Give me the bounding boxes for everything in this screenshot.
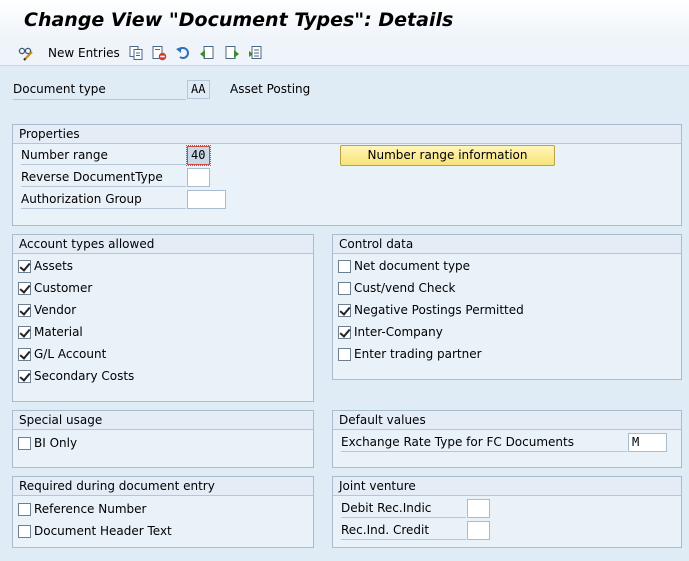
cust-vend-check-label: Cust/vend Check <box>354 281 456 295</box>
reference-number-label: Reference Number <box>34 502 147 516</box>
undo-icon <box>175 45 191 61</box>
previous-entry-icon <box>199 45 215 61</box>
inter-company-label: Inter-Company <box>354 325 443 339</box>
previous-entry-button[interactable] <box>199 43 215 63</box>
next-entry-button[interactable] <box>224 43 240 63</box>
number-range-label: Number range <box>21 148 108 162</box>
checkbox-row-gl-account[interactable]: G/L Account <box>18 346 106 362</box>
select-all-icon <box>248 45 264 61</box>
negative-postings-checkbox[interactable] <box>338 303 351 317</box>
checkbox-row-inter-company[interactable]: Inter-Company <box>338 324 443 340</box>
delete-icon <box>151 45 167 61</box>
enter-trading-partner-label: Enter trading partner <box>354 347 482 361</box>
material-checkbox[interactable] <box>18 325 31 339</box>
page-title: Change View "Document Types": Details <box>24 9 454 31</box>
document-type-field[interactable]: AA <box>187 80 210 99</box>
authorization-group-label: Authorization Group <box>21 192 142 206</box>
rec-ind-credit-input[interactable] <box>467 521 490 540</box>
reference-number-checkbox[interactable] <box>18 502 31 516</box>
default-values-header: Default values <box>333 411 681 430</box>
debit-rec-indic-underline <box>341 517 466 518</box>
checkbox-row-material[interactable]: Material <box>18 324 83 340</box>
authorization-group-input[interactable] <box>187 190 226 209</box>
default-values-group: Default values Exchange Rate Type for FC… <box>332 410 682 468</box>
control-data-group: Control data Net document type Cust/vend… <box>332 234 682 380</box>
authorization-group-underline <box>21 208 186 209</box>
document-type-label: Document type <box>13 82 106 96</box>
inter-company-checkbox[interactable] <box>338 325 351 339</box>
vendor-label: Vendor <box>34 303 77 317</box>
required-entry-group: Required during document entry Reference… <box>12 476 314 548</box>
account-types-group: Account types allowed Assets Customer Ve… <box>12 234 314 402</box>
checkbox-row-bi-only[interactable]: BI Only <box>18 435 77 451</box>
rec-ind-credit-label: Rec.Ind. Credit <box>341 523 430 537</box>
copy-button[interactable] <box>128 43 144 63</box>
glasses-edit-icon <box>18 45 34 61</box>
exchange-rate-type-label: Exchange Rate Type for FC Documents <box>341 435 574 449</box>
customer-label: Customer <box>34 281 93 295</box>
bi-only-checkbox[interactable] <box>18 436 31 450</box>
checkbox-row-secondary-costs[interactable]: Secondary Costs <box>18 368 134 384</box>
properties-header: Properties <box>13 125 681 144</box>
checkbox-row-vendor[interactable]: Vendor <box>18 302 76 318</box>
document-header-text-label: Document Header Text <box>34 524 172 538</box>
material-label: Material <box>34 325 83 339</box>
checkbox-row-net-document-type[interactable]: Net document type <box>338 258 470 274</box>
new-entries-button[interactable]: New Entries <box>48 43 120 63</box>
exchange-rate-type-underline <box>341 451 627 452</box>
number-range-underline <box>21 164 186 165</box>
debit-rec-indic-input[interactable] <box>467 499 490 518</box>
delete-button[interactable] <box>151 43 167 63</box>
debit-rec-indic-label: Debit Rec.Indic <box>341 501 432 515</box>
assets-checkbox[interactable] <box>18 259 31 273</box>
reverse-document-type-input[interactable] <box>187 168 210 187</box>
undo-button[interactable] <box>175 43 191 63</box>
required-entry-header: Required during document entry <box>13 477 313 496</box>
reverse-document-type-underline <box>21 186 186 187</box>
checkbox-row-cust-vend-check[interactable]: Cust/vend Check <box>338 280 455 296</box>
vendor-checkbox[interactable] <box>18 303 31 317</box>
document-header-text-checkbox[interactable] <box>18 524 31 538</box>
rec-ind-credit-underline <box>341 539 466 540</box>
next-entry-icon <box>224 45 240 61</box>
checkbox-row-reference-number[interactable]: Reference Number <box>18 501 146 517</box>
reverse-document-type-label: Reverse DocumentType <box>21 170 163 184</box>
cust-vend-check-checkbox[interactable] <box>338 281 351 295</box>
number-range-information-button[interactable]: Number range information <box>340 145 555 166</box>
application-toolbar: New Entries <box>0 40 689 66</box>
net-document-type-label: Net document type <box>354 259 471 273</box>
gl-account-label: G/L Account <box>34 347 107 361</box>
copy-icon <box>128 45 144 61</box>
assets-label: Assets <box>34 259 74 273</box>
document-type-text: Asset Posting <box>230 82 311 96</box>
title-bar: Change View "Document Types": Details <box>0 0 689 40</box>
checkbox-row-assets[interactable]: Assets <box>18 258 73 274</box>
secondary-costs-label: Secondary Costs <box>34 369 135 383</box>
display-change-button[interactable] <box>18 43 34 63</box>
checkbox-row-enter-trading-partner[interactable]: Enter trading partner <box>338 346 482 362</box>
special-usage-header: Special usage <box>13 411 313 430</box>
select-all-button[interactable] <box>248 43 264 63</box>
control-data-header: Control data <box>333 235 681 254</box>
joint-venture-header: Joint venture <box>333 477 681 496</box>
checkbox-row-document-header-text[interactable]: Document Header Text <box>18 523 172 539</box>
negative-postings-label: Negative Postings Permitted <box>354 303 524 317</box>
secondary-costs-checkbox[interactable] <box>18 369 31 383</box>
account-types-header: Account types allowed <box>13 235 313 254</box>
checkbox-row-negative-postings[interactable]: Negative Postings Permitted <box>338 302 524 318</box>
customer-checkbox[interactable] <box>18 281 31 295</box>
number-range-input[interactable]: 40 <box>186 145 211 166</box>
bi-only-label: BI Only <box>34 436 78 450</box>
exchange-rate-type-input[interactable]: M <box>628 433 667 452</box>
document-type-underline <box>13 99 186 100</box>
joint-venture-group: Joint venture Debit Rec.Indic Rec.Ind. C… <box>332 476 682 548</box>
new-entries-label: New Entries <box>48 46 120 60</box>
checkbox-row-customer[interactable]: Customer <box>18 280 92 296</box>
special-usage-group: Special usage BI Only <box>12 410 314 468</box>
enter-trading-partner-checkbox[interactable] <box>338 347 351 361</box>
properties-group: Properties Number range 40 Number range … <box>12 124 682 226</box>
net-document-type-checkbox[interactable] <box>338 259 351 273</box>
gl-account-checkbox[interactable] <box>18 347 31 361</box>
